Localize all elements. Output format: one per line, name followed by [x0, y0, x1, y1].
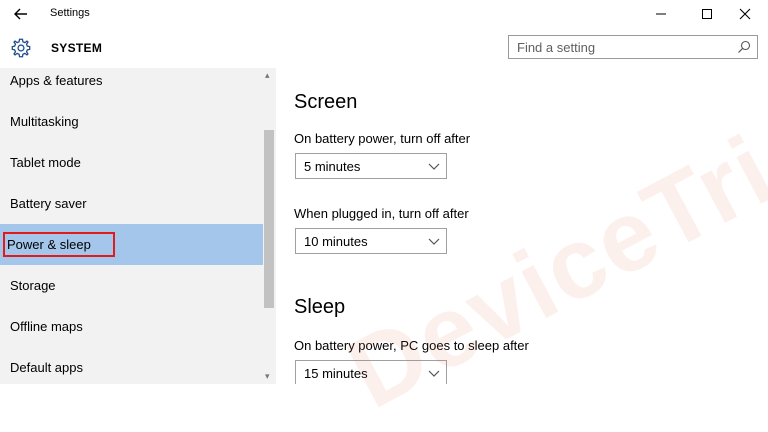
sidebar-item-offline-maps[interactable]: Offline maps: [0, 306, 263, 347]
screen-battery-label: On battery power, turn off after: [294, 131, 471, 146]
chevron-down-icon: [428, 238, 440, 245]
back-arrow-icon: [14, 8, 27, 20]
sleep-battery-label: On battery power, PC goes to sleep after: [294, 338, 529, 353]
sidebar-item-apps-features[interactable]: Apps & features: [0, 60, 263, 101]
sidebar-item-label: Default apps: [10, 360, 83, 375]
settings-content: Screen On battery power, turn off after …: [276, 68, 768, 384]
scroll-thumb[interactable]: [264, 130, 274, 308]
chevron-down-icon[interactable]: ▾: [265, 371, 270, 382]
sidebar-item-label: Battery saver: [10, 196, 87, 211]
sidebar-item-label: Power & sleep: [7, 237, 91, 252]
chevron-down-icon: [428, 370, 440, 377]
maximize-icon: [702, 9, 712, 19]
minimize-button[interactable]: [638, 0, 684, 28]
page-title: SYSTEM: [51, 41, 103, 55]
dropdown-value: 5 minutes: [304, 159, 361, 174]
screen-battery-dropdown[interactable]: 5 minutes: [295, 153, 447, 179]
sidebar-item-label: Storage: [10, 278, 56, 293]
search-box[interactable]: [508, 35, 758, 59]
dropdown-value: 15 minutes: [304, 366, 368, 381]
gear-icon: [11, 38, 31, 58]
chevron-up-icon[interactable]: ▴: [265, 70, 270, 81]
sidebar-item-label: Tablet mode: [10, 155, 81, 170]
window-title: Settings: [50, 7, 90, 19]
screen-plugged-dropdown[interactable]: 10 minutes: [295, 228, 447, 254]
screen-plugged-label: When plugged in, turn off after: [294, 206, 469, 221]
sidebar-item-multitasking[interactable]: Multitasking: [0, 101, 263, 142]
screen-section-title: Screen: [294, 91, 358, 113]
sleep-battery-dropdown[interactable]: 15 minutes: [295, 360, 447, 384]
sidebar-item-battery-saver[interactable]: Battery saver: [0, 183, 263, 224]
sidebar-item-label: Apps & features: [10, 73, 103, 88]
sidebar: Apps & features Multitasking Tablet mode…: [0, 68, 276, 384]
close-icon: [739, 8, 751, 20]
sidebar-item-label: Offline maps: [10, 319, 83, 334]
sidebar-item-default-apps[interactable]: Default apps: [0, 347, 263, 388]
sidebar-item-storage[interactable]: Storage: [0, 265, 263, 306]
highlight-box: Power & sleep: [3, 232, 115, 257]
minimize-icon: [656, 13, 666, 15]
sidebar-item-tablet-mode[interactable]: Tablet mode: [0, 142, 263, 183]
back-button[interactable]: [10, 4, 32, 24]
sidebar-item-power-sleep[interactable]: Power & sleep: [0, 224, 263, 265]
dropdown-value: 10 minutes: [304, 234, 368, 249]
search-input[interactable]: [509, 36, 737, 58]
close-button[interactable]: [722, 0, 768, 28]
sidebar-scrollbar[interactable]: ▴ ▾: [263, 68, 276, 384]
sidebar-item-label: Multitasking: [10, 114, 79, 129]
sleep-section-title: Sleep: [294, 296, 346, 318]
chevron-down-icon: [428, 163, 440, 170]
title-bar: Settings: [0, 0, 768, 28]
search-icon[interactable]: [737, 40, 751, 54]
